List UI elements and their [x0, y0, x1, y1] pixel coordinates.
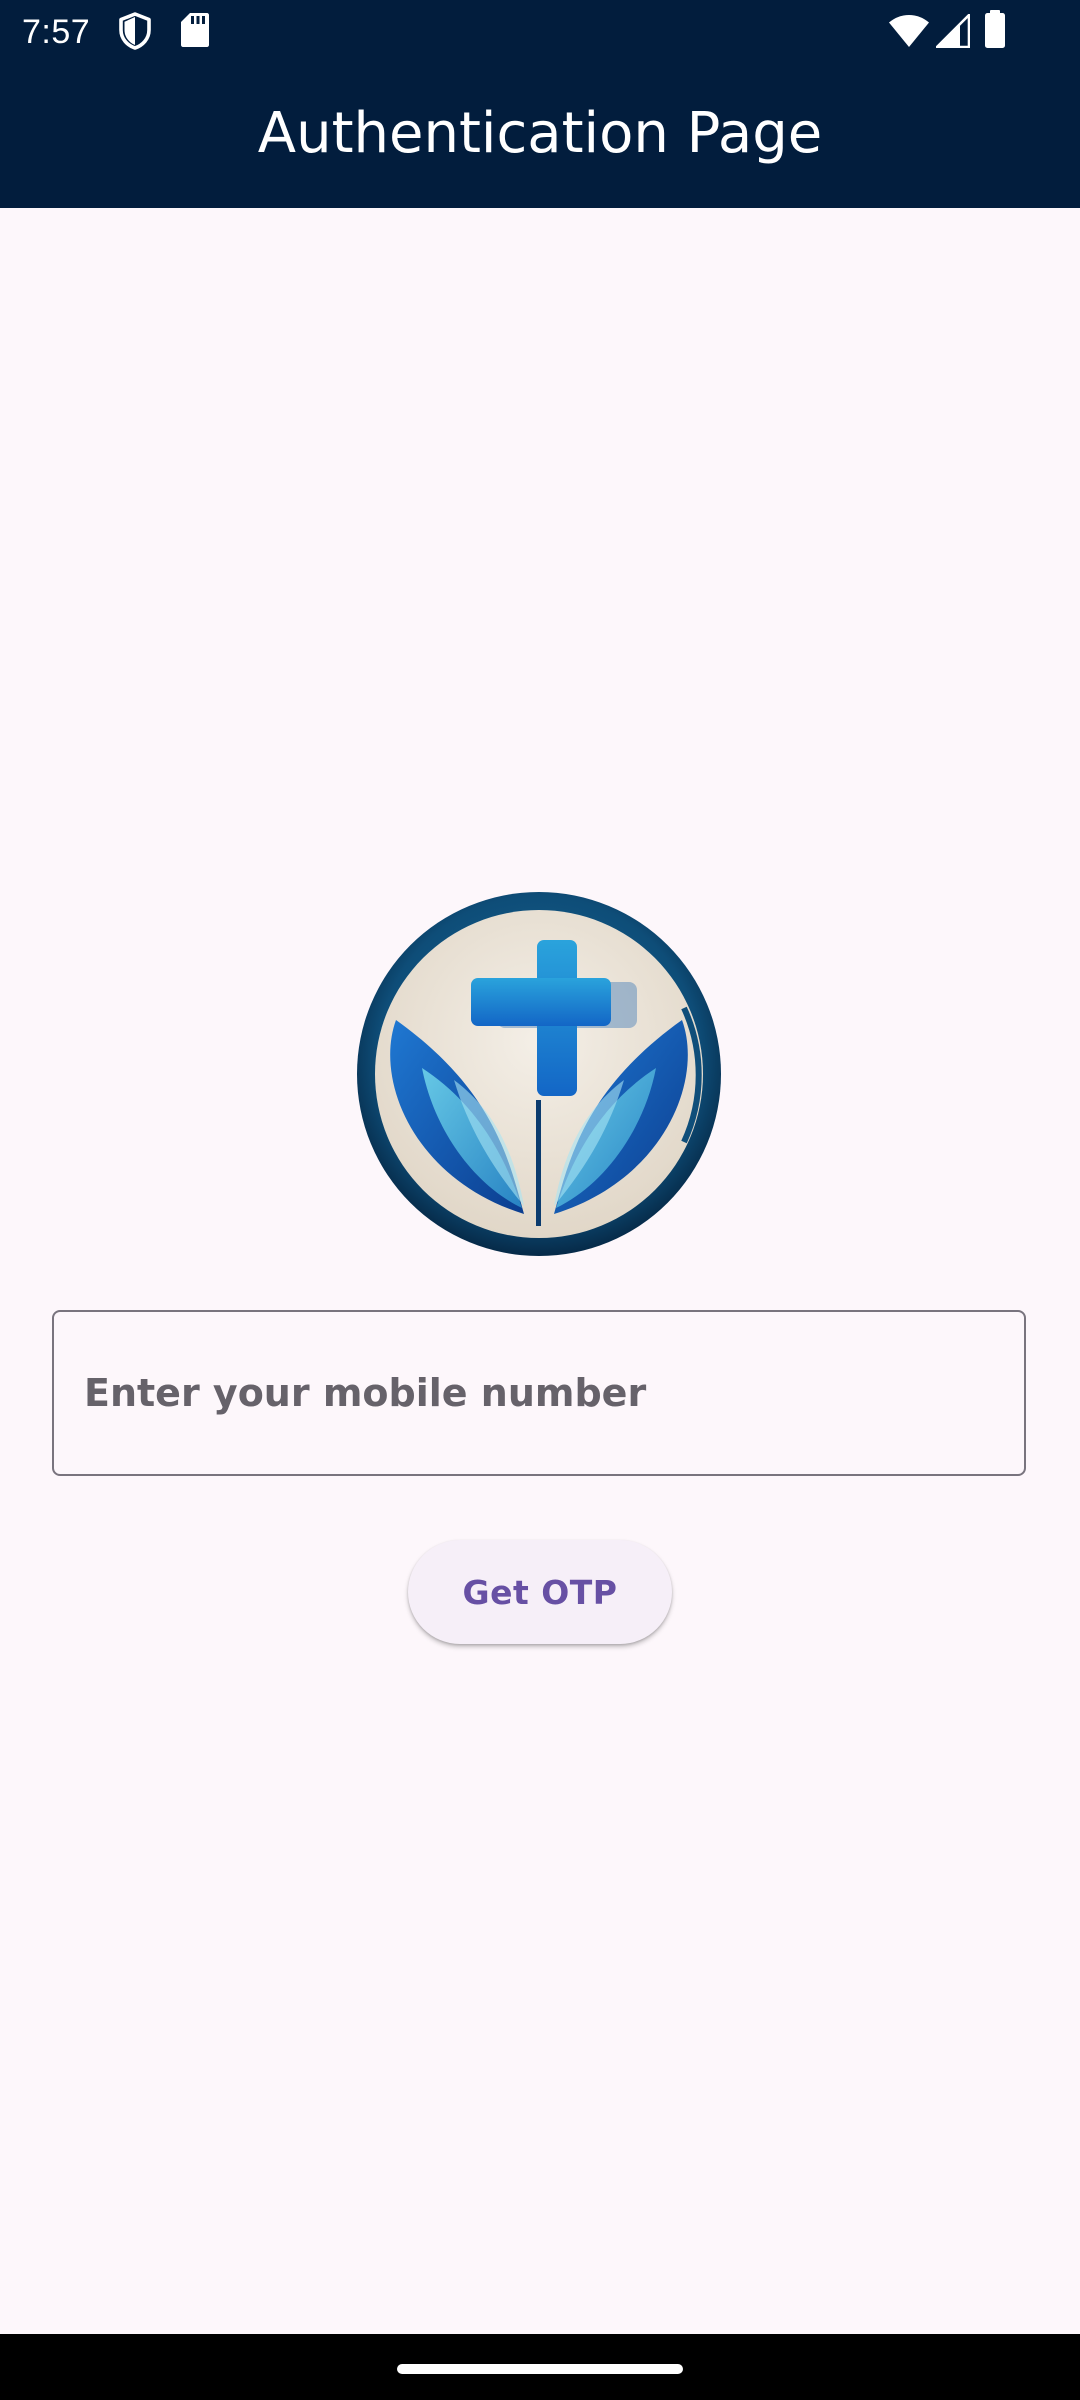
mobile-number-input[interactable] [84, 1312, 984, 1474]
status-time: 7:57 [22, 13, 91, 51]
navigation-bar [0, 2334, 1080, 2400]
battery-icon [985, 10, 1005, 48]
cellular-signal-icon [936, 14, 970, 48]
home-gesture-handle[interactable] [397, 2364, 683, 2374]
app-bar: 7:57 Authentication Page [0, 0, 1080, 208]
status-bar: 7:57 [0, 0, 1080, 64]
sd-card-icon [181, 13, 209, 47]
get-otp-button[interactable]: Get OTP [408, 1540, 672, 1644]
mobile-number-field[interactable] [52, 1310, 1026, 1476]
page-title: Authentication Page [257, 101, 823, 166]
app-logo [357, 892, 721, 1256]
wifi-icon [889, 15, 929, 47]
shield-icon [119, 12, 151, 50]
